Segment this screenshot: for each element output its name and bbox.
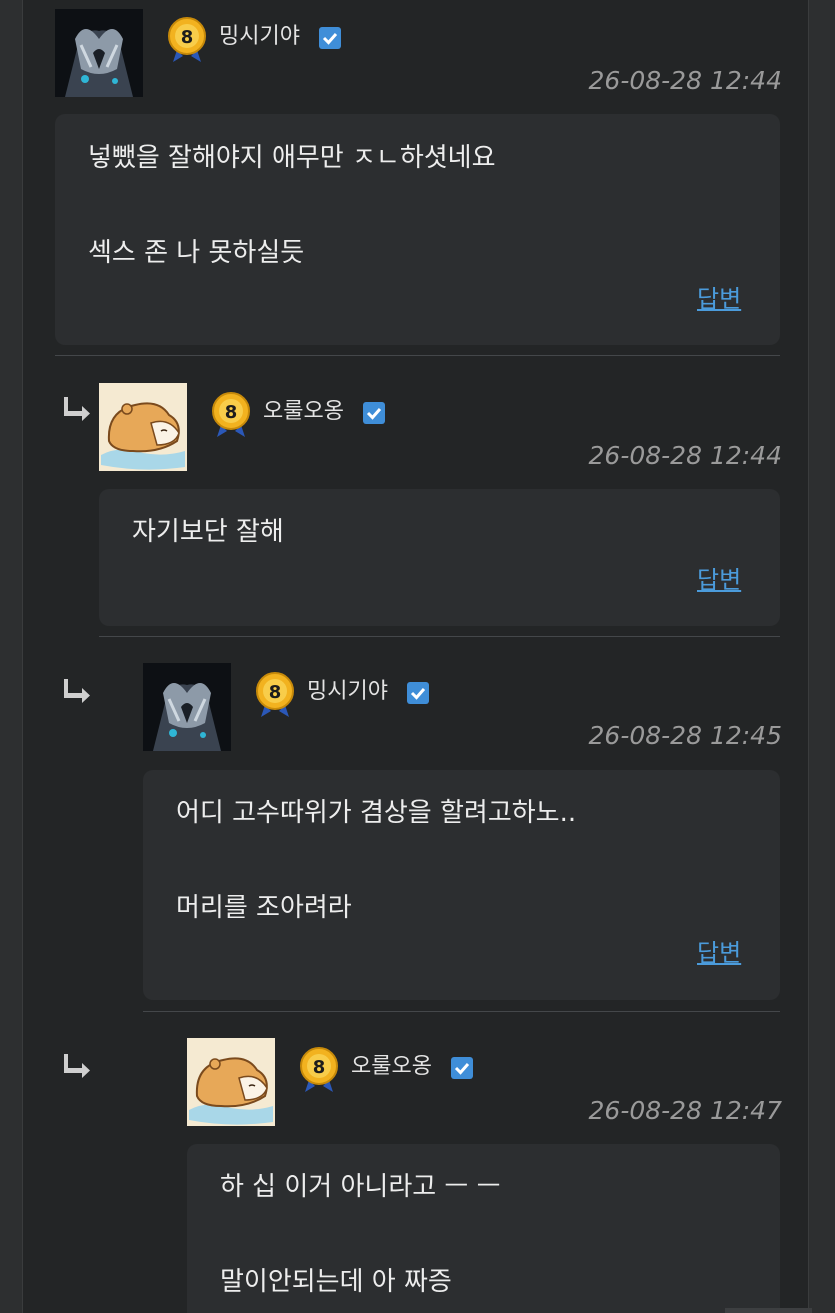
username[interactable]: 오룰오옹 <box>263 397 344 427</box>
reply-arrow-icon <box>63 1051 93 1081</box>
level-badge-icon: 8 <box>209 391 253 439</box>
comment-timestamp: 26-08-28 12:45 <box>588 721 782 750</box>
comment-text-line: 자기보단 잘해 <box>132 517 284 547</box>
reply-arrow-icon <box>63 676 93 706</box>
comment-item: 8 밍시기야 26-08-28 12:45 어디 고수따위가 겸상을 할려고하노… <box>143 663 782 1003</box>
username[interactable]: 밍시기야 <box>307 677 388 707</box>
comment-divider <box>143 1011 780 1012</box>
user-avatar[interactable] <box>187 1038 275 1126</box>
comment-divider <box>99 636 780 637</box>
verified-check-icon <box>451 1057 473 1079</box>
sleeping-hamster-avatar-icon <box>99 383 187 471</box>
level-badge-icon: 8 <box>165 16 209 64</box>
user-avatar[interactable] <box>143 663 231 751</box>
comment-thread: 8 밍시기야 26-08-28 12:44 넣뺐을 잘해야지 애무만 ㅈㄴ하셧네… <box>22 0 809 1313</box>
comment-text-line: 하 십 이거 아니라고 ㅡ ㅡ <box>220 1172 501 1202</box>
comment-body: 어디 고수따위가 겸상을 할려고하노.. 머리를 조아려라 답변 <box>143 770 780 1000</box>
verified-check-icon <box>319 27 341 49</box>
reply-button[interactable]: 답변 <box>697 938 741 968</box>
comment-text-line: 머리를 조아려라 <box>176 893 352 923</box>
level-badge-icon: 8 <box>253 671 297 719</box>
user-avatar[interactable] <box>99 383 187 471</box>
comment-item: 8 오룰오옹 26-08-28 12:44 자기보단 잘해 답변 <box>99 383 782 628</box>
svg-text:8: 8 <box>269 682 282 703</box>
comment-timestamp: 26-08-28 12:44 <box>588 66 782 95</box>
comment-divider <box>55 355 780 356</box>
comment-body: 하 십 이거 아니라고 ㅡ ㅡ 말이안되는데 아 짜증 <box>187 1144 780 1313</box>
dark-hands-avatar-icon <box>143 663 231 751</box>
sleeping-hamster-avatar-icon <box>187 1038 275 1126</box>
comment-text-line: 말이안되는데 아 짜증 <box>220 1267 452 1297</box>
comment-timestamp: 26-08-28 12:44 <box>588 441 782 470</box>
svg-text:8: 8 <box>181 27 194 48</box>
reply-arrow-icon <box>63 394 93 424</box>
user-avatar[interactable] <box>55 9 143 97</box>
verified-check-icon <box>407 682 429 704</box>
comment-item: 8 오룰오옹 26-08-28 12:47 하 십 이거 아니라고 ㅡ ㅡ 말이… <box>187 1038 782 1313</box>
reply-button[interactable]: 답변 <box>697 565 741 595</box>
comment-body: 넣뺐을 잘해야지 애무만 ㅈㄴ하셧네요 섹스 존 나 못하실듯 답변 <box>55 114 780 345</box>
comment-text-line: 섹스 존 나 못하실듯 <box>88 238 305 268</box>
comment-text-line: 넣뺐을 잘해야지 애무만 ㅈㄴ하셧네요 <box>88 143 496 173</box>
verified-check-icon <box>363 402 385 424</box>
comment-text-line: 어디 고수따위가 겸상을 할려고하노.. <box>176 798 577 828</box>
level-badge-icon: 8 <box>297 1046 341 1094</box>
dark-hands-avatar-icon <box>55 9 143 97</box>
reply-button[interactable]: 답변 <box>697 284 741 314</box>
comment-timestamp: 26-08-28 12:47 <box>588 1096 782 1125</box>
comment-body: 자기보단 잘해 답변 <box>99 489 780 626</box>
username[interactable]: 밍시기야 <box>219 22 300 52</box>
scroll-indicator[interactable] <box>725 1308 812 1313</box>
svg-text:8: 8 <box>313 1057 326 1078</box>
comment-item: 8 밍시기야 26-08-28 12:44 넣뺐을 잘해야지 애무만 ㅈㄴ하셧네… <box>55 8 782 348</box>
svg-text:8: 8 <box>225 402 238 423</box>
username[interactable]: 오룰오옹 <box>351 1052 432 1082</box>
